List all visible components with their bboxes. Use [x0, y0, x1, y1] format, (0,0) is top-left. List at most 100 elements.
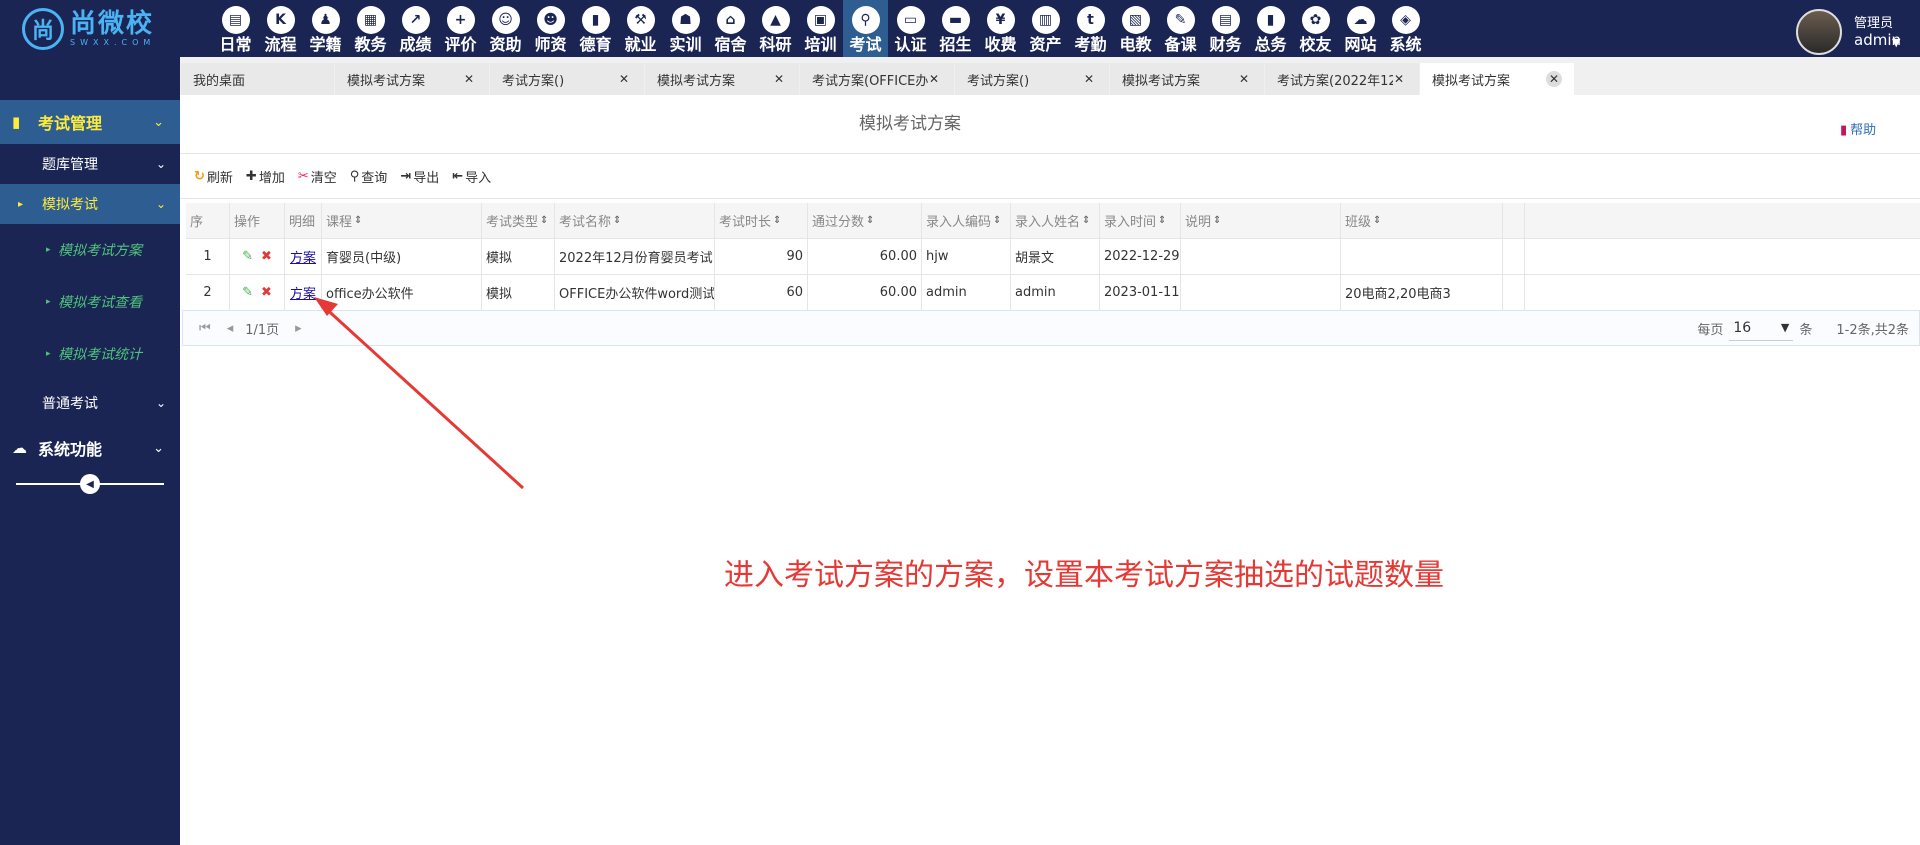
- close-icon[interactable]: ✕: [461, 71, 477, 87]
- nav-item-20[interactable]: ▧ 电教: [1113, 0, 1158, 57]
- col-duration[interactable]: 考试时长 ⇕: [715, 203, 808, 238]
- nav-item-7[interactable]: ☻ 师资: [528, 0, 573, 57]
- next-page-icon[interactable]: ▸: [295, 321, 302, 336]
- col-name[interactable]: 考试名称 ⇕: [555, 203, 715, 238]
- close-icon[interactable]: ✕: [1546, 71, 1562, 87]
- sidebar-item-mock-exam[interactable]: ▸ 模拟考试 ⌄: [0, 184, 180, 224]
- tab-4[interactable]: 考试方案(OFFICE办公软件✕: [800, 63, 954, 95]
- plan-link[interactable]: 方案: [290, 247, 316, 266]
- avatar[interactable]: [1796, 9, 1842, 55]
- caret-down-icon[interactable]: ▼: [1892, 36, 1900, 49]
- sidebar-collapse-button[interactable]: ◀: [80, 474, 100, 494]
- import-label: 导入: [465, 170, 492, 186]
- nav-item-3[interactable]: ▦ 教务: [348, 0, 393, 57]
- nav-label: 成绩: [399, 35, 432, 54]
- logo[interactable]: 尚 尚微校 SWXX.COM: [22, 6, 172, 52]
- nav-item-25[interactable]: ☁ 网站: [1338, 0, 1383, 57]
- nav-item-17[interactable]: ¥ 收费: [978, 0, 1023, 57]
- refresh-button[interactable]: ↻ 刷新: [194, 167, 233, 186]
- cell-course: 育婴员(中级): [322, 239, 482, 274]
- col-note[interactable]: 说明 ⇕: [1181, 203, 1341, 238]
- nav-item-26[interactable]: ◈ 系统: [1383, 0, 1428, 57]
- sidebar-sub-mock-plan[interactable]: ▸ 模拟考试方案: [0, 224, 180, 276]
- col-uname[interactable]: 录入人姓名 ⇕: [1011, 203, 1100, 238]
- import-button[interactable]: ⇤ 导入: [452, 167, 491, 186]
- nav-item-15[interactable]: ▭ 认证: [888, 0, 933, 57]
- tab-2[interactable]: 考试方案() ✕: [490, 63, 644, 95]
- first-page-icon[interactable]: ⏮: [199, 321, 211, 336]
- sidebar-item-normal-exam[interactable]: 普通考试 ⌄: [0, 383, 180, 423]
- per-page-select[interactable]: 16 ▼: [1729, 315, 1794, 341]
- query-button[interactable]: ⚲ 查询: [350, 167, 388, 186]
- close-icon[interactable]: ✕: [771, 71, 787, 87]
- delete-icon[interactable]: ✖: [261, 285, 272, 300]
- clear-button[interactable]: ✂ 清空: [298, 167, 337, 186]
- tab-0[interactable]: 我的桌面: [181, 63, 334, 95]
- nav-item-4[interactable]: ↗ 成绩: [393, 0, 438, 57]
- nav-item-11[interactable]: ⌂ 宿舍: [708, 0, 753, 57]
- nav-item-12[interactable]: ▲ 科研: [753, 0, 798, 57]
- nav-item-0[interactable]: ▤ 日常: [213, 0, 258, 57]
- pencil-icon[interactable]: ✎: [242, 249, 253, 264]
- cloud-icon: ☁: [12, 439, 27, 457]
- table-row[interactable]: 2 ✎ ✖ 方案 office办公软件 模拟 OFFICE办公软件word测试 6…: [186, 275, 1920, 311]
- tab-8[interactable]: 模拟考试方案 ✕: [1420, 63, 1574, 95]
- scissors-icon: ✂: [297, 168, 309, 184]
- close-icon[interactable]: ✕: [1391, 71, 1407, 87]
- pager: ⏮ ◂ 1/1页 ▸ 每页 16 ▼ 条 1-2条,共2条: [182, 310, 1920, 346]
- nav-item-16[interactable]: ▬ 招生: [933, 0, 978, 57]
- table-row[interactable]: 1 ✎ ✖ 方案 育婴员(中级) 模拟 2022年12月份育婴员考试 90 60.…: [186, 239, 1920, 275]
- toolbar: ↻ 刷新 ✚ 增加 ✂ 清空 ⚲ 查询 ⇥ 导出 ⇤ 导入: [180, 153, 1920, 199]
- tab-1[interactable]: 模拟考试方案 ✕: [335, 63, 489, 95]
- nav-item-18[interactable]: ▥ 资产: [1023, 0, 1068, 57]
- nav-item-24[interactable]: ✿ 校友: [1293, 0, 1338, 57]
- col-course[interactable]: 课程 ⇕: [322, 203, 482, 238]
- nav-item-9[interactable]: ⚒ 就业: [618, 0, 663, 57]
- col-type[interactable]: 考试类型 ⇕: [482, 203, 555, 238]
- nav-item-8[interactable]: ▮ 德育: [573, 0, 618, 57]
- delete-icon[interactable]: ✖: [261, 249, 272, 264]
- help-link[interactable]: ▮ 帮助: [1840, 119, 1876, 138]
- sidebar-group-system[interactable]: ☁ 系统功能 ⌄: [0, 426, 180, 470]
- sidebar-sub-mock-view[interactable]: ▸ 模拟考试查看: [0, 276, 180, 328]
- col-name-label: 考试名称: [559, 215, 612, 230]
- nav-item-6[interactable]: ☺ 资助: [483, 0, 528, 57]
- nav-item-23[interactable]: ▮ 总务: [1248, 0, 1293, 57]
- sidebar-sub-mock-stats[interactable]: ▸ 模拟考试统计: [0, 328, 180, 380]
- pencil-icon[interactable]: ✎: [242, 285, 253, 300]
- sidebar-item-question-bank[interactable]: 题库管理 ⌄: [0, 144, 180, 184]
- nav-item-14[interactable]: ⚲ 考试: [843, 0, 888, 57]
- sidebar-group-exam[interactable]: ▮ 考试管理 ⌄: [0, 100, 180, 144]
- tab-5[interactable]: 考试方案() ✕: [955, 63, 1109, 95]
- nav-item-5[interactable]: + 评价: [438, 0, 483, 57]
- add-button[interactable]: ✚ 增加: [246, 167, 285, 186]
- prev-page-icon[interactable]: ◂: [227, 321, 234, 336]
- nav-item-10[interactable]: ☗ 实训: [663, 0, 708, 57]
- plan-link[interactable]: 方案: [290, 283, 316, 302]
- nav-item-2[interactable]: ♟ 学籍: [303, 0, 348, 57]
- tab-7[interactable]: 考试方案(2022年12月✕: [1265, 63, 1419, 95]
- close-icon[interactable]: ✕: [1081, 71, 1097, 87]
- nav-item-1[interactable]: K 流程: [258, 0, 303, 57]
- user-menu[interactable]: 管理员 admin ▼: [1796, 9, 1901, 55]
- tab-6[interactable]: 模拟考试方案 ✕: [1110, 63, 1264, 95]
- col-time[interactable]: 录入时间 ⇕: [1100, 203, 1181, 238]
- tab-3[interactable]: 模拟考试方案 ✕: [645, 63, 799, 95]
- nav-item-13[interactable]: ▣ 培训: [798, 0, 843, 57]
- calendar-icon: ▦: [356, 6, 385, 34]
- logo-subtitle: SWXX.COM: [70, 38, 156, 47]
- cell-duration: 60: [715, 275, 808, 310]
- col-pass[interactable]: 通过分数 ⇕: [808, 203, 922, 238]
- close-icon[interactable]: ✕: [926, 71, 942, 87]
- close-icon[interactable]: ✕: [1236, 71, 1252, 87]
- export-button[interactable]: ⇥ 导出: [400, 167, 439, 186]
- per-page-unit: 条: [1799, 322, 1813, 338]
- nav-item-19[interactable]: t 考勤: [1068, 0, 1113, 57]
- nav-item-21[interactable]: ✎ 备课: [1158, 0, 1203, 57]
- edit-icon: ✎: [1166, 6, 1195, 34]
- page-title: 模拟考试方案: [859, 114, 961, 134]
- close-icon[interactable]: ✕: [616, 71, 632, 87]
- col-class[interactable]: 班级 ⇕: [1341, 203, 1503, 238]
- nav-item-22[interactable]: ▤ 财务: [1203, 0, 1248, 57]
- col-code[interactable]: 录入人编码 ⇕: [922, 203, 1011, 238]
